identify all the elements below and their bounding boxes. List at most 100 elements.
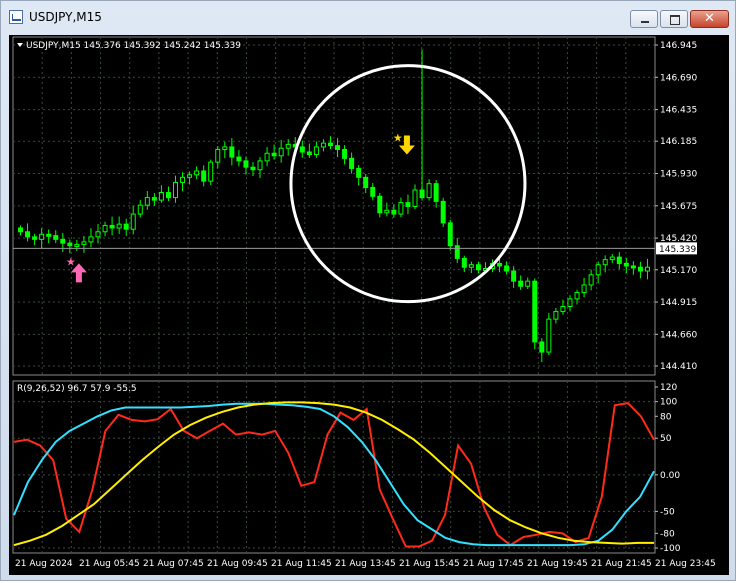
price-tick-label: 144.410 — [660, 362, 697, 372]
chart-window: USDJPY,M15 ✕ 146.945 146.690 146.435 146.18… — [0, 0, 736, 581]
candle-body — [144, 197, 150, 206]
candle-body — [602, 259, 608, 266]
time-tick-label: 21 Aug 23:45 — [655, 559, 716, 569]
close-glyph: ✕ — [704, 11, 715, 26]
candle-body — [222, 146, 228, 150]
candle-body — [327, 142, 333, 147]
candle-body — [609, 256, 615, 261]
time-tick-label: 21 Aug 2024 — [15, 559, 73, 569]
candle-body — [588, 274, 594, 286]
price-tick-label: 145.930 — [660, 170, 697, 180]
candle-body — [412, 189, 418, 207]
candle-body — [299, 146, 305, 153]
candle-body — [60, 238, 66, 244]
candle-body — [342, 148, 348, 159]
candle-body — [88, 236, 94, 243]
indicator-tick-label: -50 — [660, 507, 675, 517]
candle-body — [250, 166, 256, 171]
candle-body — [67, 242, 73, 247]
highlight-ellipse — [289, 64, 527, 304]
candle-body — [187, 174, 193, 178]
indicator-tick-label: 80 — [660, 412, 672, 422]
candle-body — [560, 305, 566, 313]
candle-body — [320, 142, 326, 148]
candle-body — [306, 151, 312, 156]
candle-body — [81, 241, 87, 245]
candle-body — [574, 292, 580, 300]
indicator-tick-label: -80 — [660, 529, 675, 539]
time-tick-label: 21 Aug 09:45 — [207, 559, 268, 569]
candle-body — [109, 224, 115, 229]
candle-body — [398, 202, 404, 215]
chart-area[interactable]: 146.945 146.690 146.435 146.185 145.930 145.6… — [9, 35, 729, 575]
candle-body — [74, 243, 80, 247]
candle-body — [518, 280, 524, 287]
title-bar[interactable]: USDJPY,M15 ✕ — [1, 1, 737, 35]
candle-body — [18, 227, 24, 233]
time-tick-label: 21 Aug 21:45 — [591, 559, 652, 569]
price-tick-label: 144.915 — [660, 298, 697, 308]
indicator-header-text: R(9,26,52) 96.7 57.9 -55.5 — [17, 384, 137, 394]
header-dropdown-icon — [17, 43, 23, 47]
candle-body — [180, 176, 186, 183]
candle-body — [581, 284, 587, 294]
indicator-tick-label: 120 — [660, 383, 677, 393]
candle-body — [525, 280, 531, 287]
candle-body — [616, 256, 622, 264]
candle-body — [313, 146, 319, 156]
candle-body — [123, 223, 129, 230]
price-tick-label: 145.675 — [660, 202, 697, 212]
candle-body — [102, 224, 108, 233]
candle-body — [546, 318, 552, 353]
candle-body — [553, 311, 559, 320]
chart-svg[interactable]: 146.945 146.690 146.435 146.185 145.930 145.6… — [9, 35, 729, 575]
candle-body — [32, 236, 38, 240]
candle-body — [644, 266, 650, 272]
candle-body — [151, 197, 157, 201]
candle-body — [95, 231, 101, 238]
candle-body — [363, 176, 369, 188]
maximize-icon[interactable] — [660, 10, 688, 28]
candle-body — [158, 192, 164, 201]
sell-star-icon: ★ — [393, 132, 403, 145]
time-tick-label: 21 Aug 15:45 — [399, 559, 460, 569]
indicator-tick-label: 50 — [660, 434, 672, 444]
candle-body — [215, 148, 221, 163]
candle-body — [630, 265, 636, 269]
candle-body — [271, 152, 277, 157]
candle-body — [623, 262, 629, 267]
candle-body — [335, 145, 341, 150]
close-icon[interactable]: ✕ — [690, 10, 729, 28]
candle-body — [567, 298, 573, 307]
candle-body — [637, 266, 643, 272]
time-tick-label: 21 Aug 13:45 — [335, 559, 396, 569]
candle-body — [532, 280, 538, 343]
candle-body — [377, 195, 383, 214]
candle-body — [130, 213, 136, 230]
candle-body — [194, 170, 200, 176]
candle-body — [208, 161, 214, 182]
indicator-tick-label: 100 — [660, 398, 677, 408]
price-tick-label: 145.170 — [660, 266, 697, 276]
time-tick-label: 21 Aug 19:45 — [527, 559, 588, 569]
time-tick-label: 21 Aug 05:45 — [79, 559, 140, 569]
time-tick-label: 21 Aug 11:45 — [271, 559, 332, 569]
price-tick-label: 146.690 — [660, 73, 697, 83]
candle-body — [433, 183, 439, 202]
main-header-text: USDJPY,M15 145.376 145.392 145.242 145.3… — [26, 41, 241, 51]
candle-body — [116, 223, 122, 229]
price-tick-label: 146.945 — [660, 41, 697, 51]
candle-body — [497, 262, 503, 267]
candle-body — [39, 233, 45, 240]
candle-body — [243, 160, 249, 168]
buy-star-icon: ★ — [66, 255, 76, 268]
price-tick-label: 146.435 — [660, 106, 697, 116]
candle-body — [173, 181, 178, 199]
minimize-icon[interactable] — [630, 10, 658, 28]
candle-body — [137, 204, 143, 215]
candle-body — [25, 231, 31, 238]
candle-body — [229, 146, 235, 158]
candle-body — [264, 152, 270, 162]
candle-body — [257, 160, 263, 171]
candle-body — [539, 341, 545, 353]
